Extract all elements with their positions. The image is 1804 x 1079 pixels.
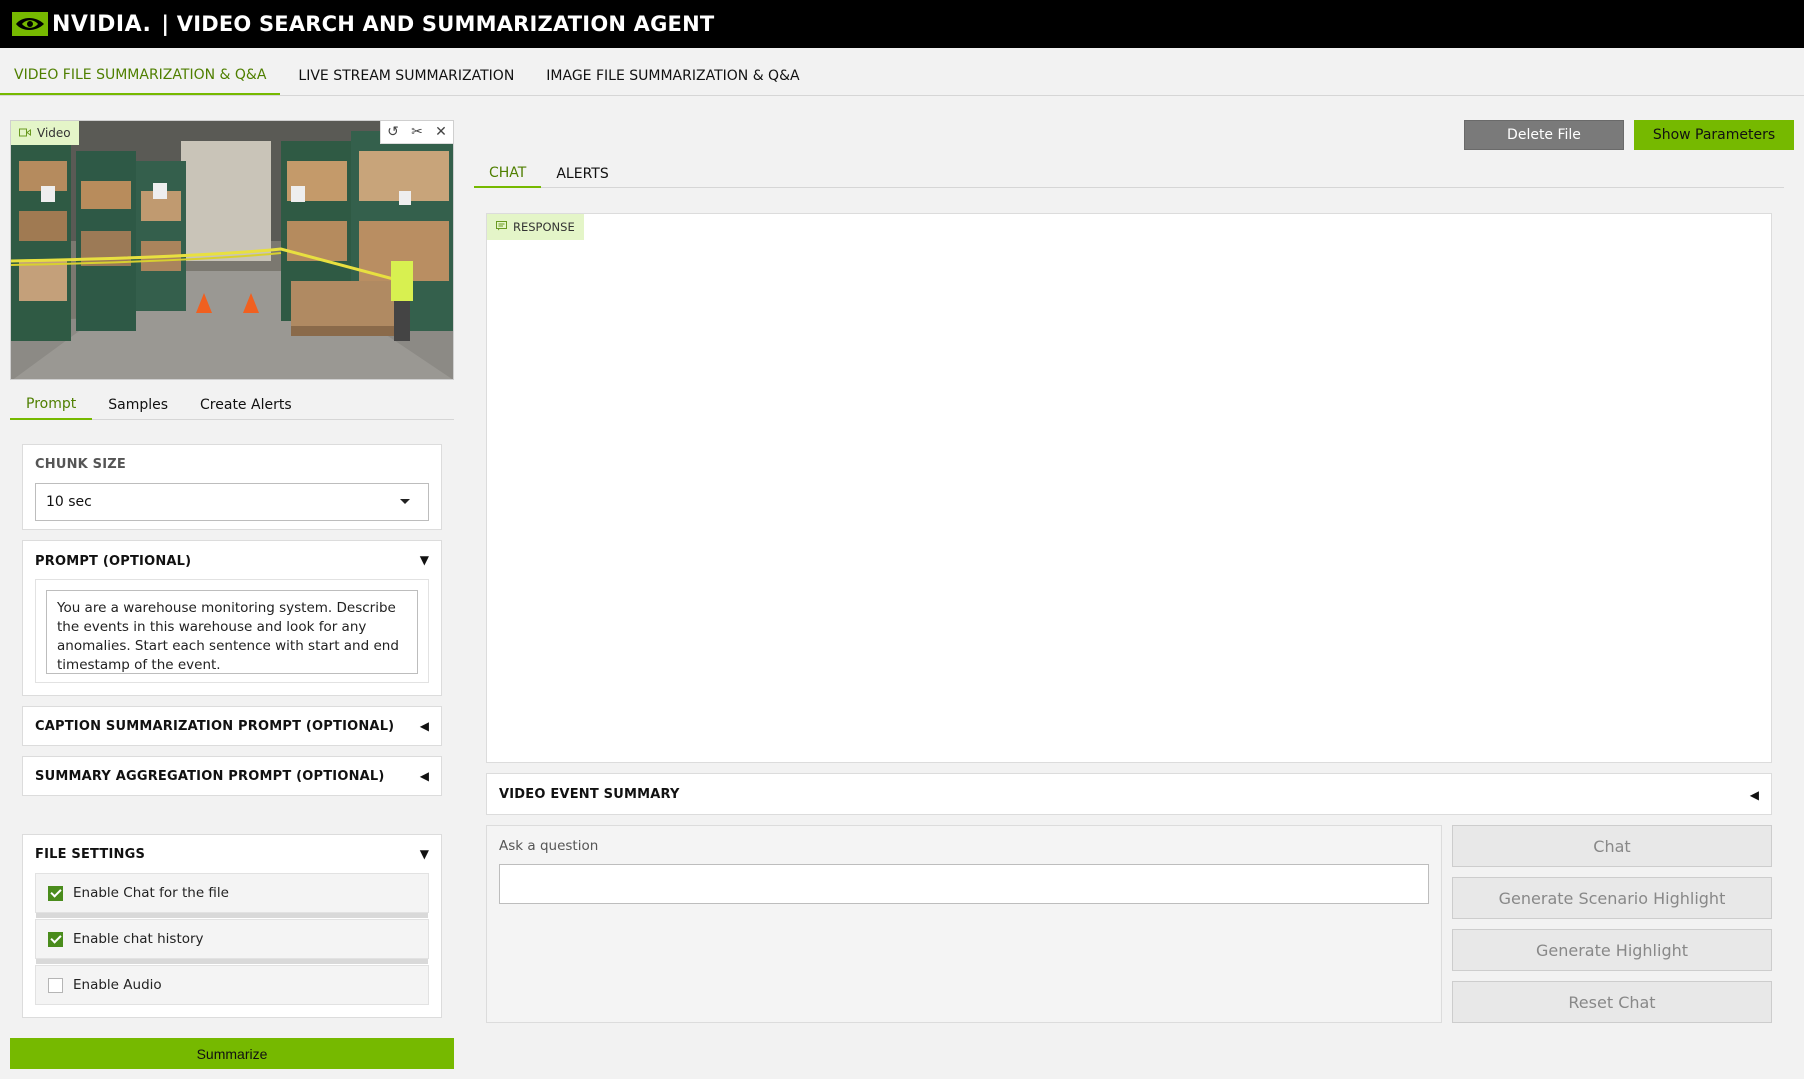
tab-chat[interactable]: CHAT — [474, 160, 542, 188]
file-settings-card: FILE SETTINGS ▼ Enable Chat for the file… — [22, 834, 442, 1018]
chunk-size-card: CHUNK SIZE 10 sec — [22, 444, 442, 530]
caption-prompt-title: CAPTION SUMMARIZATION PROMPT (OPTIONAL) — [35, 719, 395, 734]
prompt-subtabs: Prompt Samples Create Alerts — [10, 390, 454, 420]
chat-button[interactable]: Chat — [1452, 825, 1772, 867]
aggregation-prompt-title: SUMMARY AGGREGATION PROMPT (OPTIONAL) — [35, 769, 385, 784]
chunk-size-value: 10 sec — [46, 494, 92, 510]
tab-video-file-summarization[interactable]: VIDEO FILE SUMMARIZATION & Q&A — [0, 47, 281, 95]
app-title: | VIDEO SEARCH AND SUMMARIZATION AGENT — [161, 12, 715, 36]
video-event-summary-title: VIDEO EVENT SUMMARY — [499, 786, 680, 802]
response-label: RESPONSE — [487, 214, 584, 240]
tab-prompt[interactable]: Prompt — [10, 390, 93, 420]
enable-chat-checkbox[interactable] — [48, 885, 63, 901]
video-label: Video — [11, 121, 79, 145]
enable-chat-history-checkbox[interactable] — [48, 931, 63, 947]
nvidia-eye-icon — [12, 12, 48, 36]
enable-chat-history-option[interactable]: Enable chat history — [35, 919, 429, 964]
tab-create-alerts[interactable]: Create Alerts — [184, 390, 308, 420]
enable-audio-option[interactable]: Enable Audio — [35, 965, 429, 1005]
tab-samples[interactable]: Samples — [92, 390, 184, 420]
prompt-wrapper: You are a warehouse monitoring system. D… — [35, 579, 429, 683]
brand-name: NVIDIA. — [52, 11, 152, 37]
enable-chat-label: Enable Chat for the file — [73, 885, 229, 901]
chunk-size-select[interactable]: 10 sec — [35, 483, 429, 521]
tab-image-file-summarization[interactable]: IMAGE FILE SUMMARIZATION & Q&A — [532, 47, 813, 95]
file-settings-title[interactable]: FILE SETTINGS — [35, 847, 145, 862]
divider — [36, 959, 428, 964]
prompt-title[interactable]: PROMPT (OPTIONAL) — [35, 554, 191, 569]
undo-icon[interactable]: ↺ — [381, 121, 405, 143]
caption-prompt-card[interactable]: CAPTION SUMMARIZATION PROMPT (OPTIONAL) … — [22, 706, 442, 746]
divider — [36, 913, 428, 918]
video-player[interactable]: Video ↺ ✂ ✕ — [10, 120, 454, 380]
collapse-triangle-icon[interactable]: ▼ — [420, 553, 429, 567]
expand-triangle-icon[interactable]: ◀ — [1750, 788, 1759, 802]
app-header: NVIDIA. | VIDEO SEARCH AND SUMMARIZATION… — [0, 0, 1804, 48]
close-icon[interactable]: ✕ — [429, 121, 453, 143]
collapse-triangle-icon[interactable]: ▼ — [420, 847, 429, 861]
aggregation-prompt-card[interactable]: SUMMARY AGGREGATION PROMPT (OPTIONAL) ◀ — [22, 756, 442, 796]
enable-chat-option[interactable]: Enable Chat for the file — [35, 873, 429, 918]
nvidia-logo: NVIDIA. — [12, 12, 151, 37]
expand-triangle-icon[interactable]: ◀ — [420, 769, 429, 783]
summarize-button[interactable]: Summarize — [10, 1038, 454, 1069]
video-thumbnail — [11, 121, 453, 379]
response-panel: RESPONSE — [486, 213, 1772, 763]
chunk-size-title: CHUNK SIZE — [35, 457, 126, 472]
enable-audio-label: Enable Audio — [73, 977, 162, 993]
tab-alerts[interactable]: ALERTS — [541, 160, 623, 188]
delete-file-button[interactable]: Delete File — [1464, 120, 1624, 150]
main-tabs: VIDEO FILE SUMMARIZATION & Q&A LIVE STRE… — [0, 48, 1804, 96]
ask-question-label: Ask a question — [499, 838, 599, 854]
tab-live-stream-summarization[interactable]: LIVE STREAM SUMMARIZATION — [284, 47, 528, 95]
video-label-text: Video — [37, 126, 71, 140]
video-toolbar: ↺ ✂ ✕ — [380, 121, 453, 144]
prompt-card: PROMPT (OPTIONAL) ▼ You are a warehouse … — [22, 540, 442, 696]
video-event-summary-bar[interactable]: VIDEO EVENT SUMMARY ◀ — [486, 773, 1772, 815]
video-camera-icon — [19, 126, 31, 140]
ask-question-panel: Ask a question — [486, 825, 1442, 1023]
scissors-icon[interactable]: ✂ — [405, 121, 429, 143]
generate-scenario-highlight-button[interactable]: Generate Scenario Highlight — [1452, 877, 1772, 919]
ask-question-input[interactable] — [499, 864, 1429, 904]
show-parameters-button[interactable]: Show Parameters — [1634, 120, 1794, 150]
chat-bubble-icon — [496, 220, 507, 234]
reset-chat-button[interactable]: Reset Chat — [1452, 981, 1772, 1023]
response-label-text: RESPONSE — [513, 220, 575, 234]
enable-chat-history-label: Enable chat history — [73, 931, 204, 947]
chat-tabs: CHAT ALERTS — [474, 160, 1784, 188]
expand-triangle-icon[interactable]: ◀ — [420, 719, 429, 733]
generate-highlight-button[interactable]: Generate Highlight — [1452, 929, 1772, 971]
enable-audio-checkbox[interactable] — [48, 977, 63, 993]
prompt-textarea[interactable]: You are a warehouse monitoring system. D… — [46, 590, 418, 674]
chevron-down-icon — [400, 499, 410, 504]
